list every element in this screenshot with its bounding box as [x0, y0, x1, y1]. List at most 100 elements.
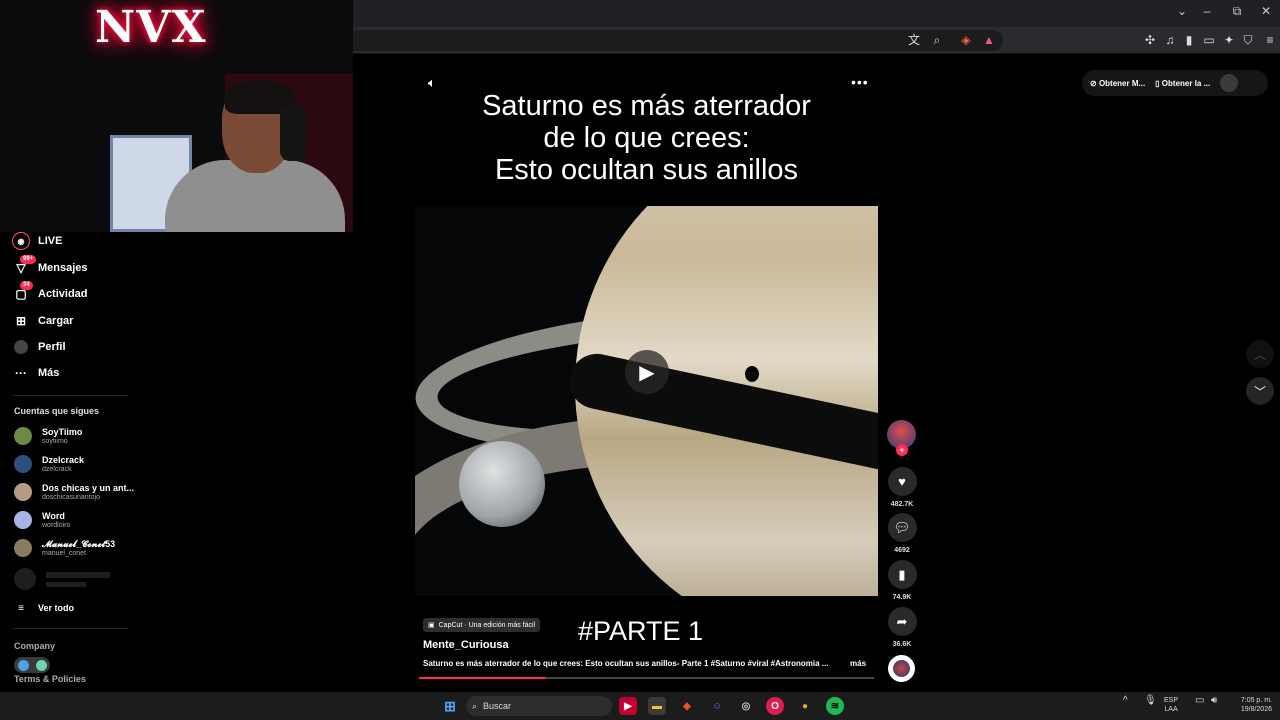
following-item[interactable]: 𝓜𝓪𝓷𝓾𝓮𝓵_𝓒𝓸𝓷𝓮𝓽53 manuel_conet — [14, 536, 115, 560]
discord-icon[interactable]: ☺ — [708, 697, 726, 715]
tab-search-icon[interactable]: ⌄ — [1170, 4, 1194, 18]
media-icon[interactable]: ♫ — [1162, 32, 1178, 48]
spotify-icon[interactable]: ≋ — [826, 697, 844, 715]
avatar — [14, 483, 32, 501]
like-count: 482.7K — [890, 501, 914, 508]
vpn-icon[interactable]: ⛉ — [1240, 32, 1256, 48]
minimize-button[interactable]: – — [1195, 4, 1219, 18]
save-count: 74.9K — [892, 594, 912, 601]
previous-video-button[interactable]: ︿ — [1246, 340, 1274, 368]
volume-tray-icon[interactable]: 🔊︎ — [1211, 696, 1217, 706]
webcam-overlay: NVX — [0, 0, 353, 232]
file-explorer-icon[interactable]: ▬ — [648, 697, 666, 715]
see-all-button[interactable]: ≡ Ver todo — [12, 597, 74, 619]
play-button[interactable]: ▶ — [625, 350, 669, 394]
share-count: 36.6K — [892, 641, 912, 648]
account-username: soytiimo — [42, 437, 68, 445]
heart-icon: ♥ — [887, 467, 917, 496]
video-title-line: Esto ocultan sus anillos — [494, 154, 799, 186]
phone-icon: ▯ — [1155, 78, 1162, 88]
menu-icon[interactable]: ≡ — [1262, 32, 1278, 48]
wallet-icon[interactable]: ▭ — [1201, 32, 1217, 48]
user-avatar[interactable] — [1220, 74, 1239, 92]
music-disc[interactable] — [888, 655, 915, 682]
windows-taskbar — [0, 692, 1280, 720]
sidebar-item-label: Perfil — [38, 341, 66, 353]
next-video-button[interactable]: ﹀ — [1246, 377, 1274, 405]
leo-icon[interactable]: ✦ — [1221, 32, 1237, 48]
play-icon: ▶ — [639, 361, 655, 384]
company-link[interactable]: Company — [14, 641, 55, 651]
share-icon: ➦ — [887, 607, 917, 636]
translate-icon[interactable]: 文 — [906, 32, 922, 48]
volume-icon[interactable]: 🔈︎ — [428, 75, 436, 91]
sidebar-item-upload[interactable]: ⊞ Cargar — [12, 310, 74, 332]
account-name: SoyTiimo — [42, 426, 83, 437]
capcut-tag[interactable]: ▣ CapCut · Una edición más fácil — [423, 618, 541, 632]
following-item[interactable]: Dos chicas y un ant... doschicasunantojo — [14, 480, 134, 504]
network-icon[interactable]: ▭ — [1195, 696, 1204, 706]
messages-badge: 99+ — [20, 255, 37, 264]
avatar — [14, 427, 32, 445]
taskbar-search[interactable]: ⌕ Buscar — [466, 696, 612, 716]
sidebar-item-live[interactable]: ◉ LIVE — [12, 230, 62, 252]
sidebar-item-more[interactable]: ··· Más — [12, 362, 59, 384]
language-indicator[interactable]: ESP LAA — [1164, 696, 1178, 714]
avatar — [14, 455, 32, 473]
follow-plus-icon[interactable]: + — [896, 444, 908, 456]
windows-start-icon[interactable]: ⊞ — [441, 697, 459, 715]
following-item[interactable]: Dzelcrack dzelcrack — [14, 452, 84, 476]
messages-icon: ▽ 99+ — [12, 255, 37, 277]
desktop-icon: ⊘ — [1090, 78, 1099, 88]
clock[interactable]: 7:05 p. m. 19/8/2026 — [1230, 696, 1272, 714]
account-name: Dos chicas y un ant... — [42, 482, 135, 493]
extensions-icon[interactable]: ✣ — [1142, 32, 1158, 48]
chevron-down-icon: ﹀ — [1253, 384, 1266, 399]
sidebar-item-label: Mensajes — [38, 262, 88, 274]
keyboard-layout: LAA — [1164, 706, 1178, 713]
sidebar-item-profile[interactable]: Perfil — [12, 336, 66, 358]
get-app-desktop-label: Obtener M... — [1098, 78, 1146, 88]
account-username: wordloiro — [42, 521, 71, 529]
caption-more-link[interactable]: más — [850, 659, 866, 668]
sidebar-item-label: LIVE — [38, 235, 63, 247]
media-player-icon[interactable]: ▶ — [619, 697, 637, 715]
get-app-desktop-button[interactable]: ⊘ Obtener M... — [1090, 79, 1145, 88]
sidebar-icon[interactable]: ▮ — [1181, 32, 1197, 48]
following-item[interactable]: Word wordloiro — [14, 508, 70, 532]
effect-icon — [35, 659, 47, 671]
sidebar-item-activity[interactable]: ▢ 34 Actividad — [12, 281, 88, 305]
video-title-line: de lo que crees: — [543, 122, 750, 154]
comment-button[interactable]: 💬︎ 4692 — [887, 513, 917, 554]
more-options-icon[interactable]: ••• — [851, 74, 869, 90]
share-button[interactable]: ➦ 36.6K — [887, 607, 917, 648]
brave-rewards-icon[interactable]: ▲ — [981, 32, 997, 48]
following-item-loading — [14, 567, 110, 591]
restore-button[interactable]: ⧉ — [1225, 4, 1249, 19]
save-button[interactable]: ▮ 74.9K — [887, 560, 917, 601]
profile-icon — [12, 338, 30, 356]
zoom-icon[interactable]: ⌕ — [929, 32, 945, 48]
chat-app-icon[interactable]: ● — [796, 697, 814, 715]
video-author[interactable]: Mente_Curiousa — [423, 639, 509, 651]
following-item[interactable]: SoyTiimo soytiimo — [14, 424, 82, 448]
get-app-bar: ⊘ Obtener M... ▯ Obtener la ... — [1082, 70, 1268, 96]
comment-icon: 💬︎ — [887, 513, 917, 542]
hashtag-overlay: #PARTE 1 — [578, 616, 704, 646]
opera-icon[interactable]: O — [766, 697, 784, 715]
brave-browser-icon[interactable]: ◈ — [678, 697, 696, 715]
account-username: dzelcrack — [42, 465, 72, 473]
like-button[interactable]: ♥ 482.7K — [887, 467, 917, 508]
terms-link[interactable]: Terms & Policies — [14, 674, 86, 684]
close-button[interactable]: ✕ — [1254, 4, 1278, 18]
sidebar-item-messages[interactable]: ▽ 99+ Mensajes — [12, 255, 88, 279]
list-icon: ≡ — [18, 602, 24, 614]
obs-icon[interactable]: ◎ — [737, 697, 755, 715]
video-progress-fill — [419, 677, 546, 679]
microphone-icon[interactable]: 🎙︎ — [1144, 696, 1157, 706]
effect-house-badge[interactable] — [14, 657, 50, 673]
brave-shield-icon[interactable]: ◈ — [958, 32, 974, 48]
following-section-title: Cuentas que sigues — [14, 406, 100, 416]
get-app-mobile-button[interactable]: ▯ Obtener la ... — [1155, 79, 1210, 88]
tray-overflow-icon[interactable]: ^ — [1123, 696, 1128, 706]
